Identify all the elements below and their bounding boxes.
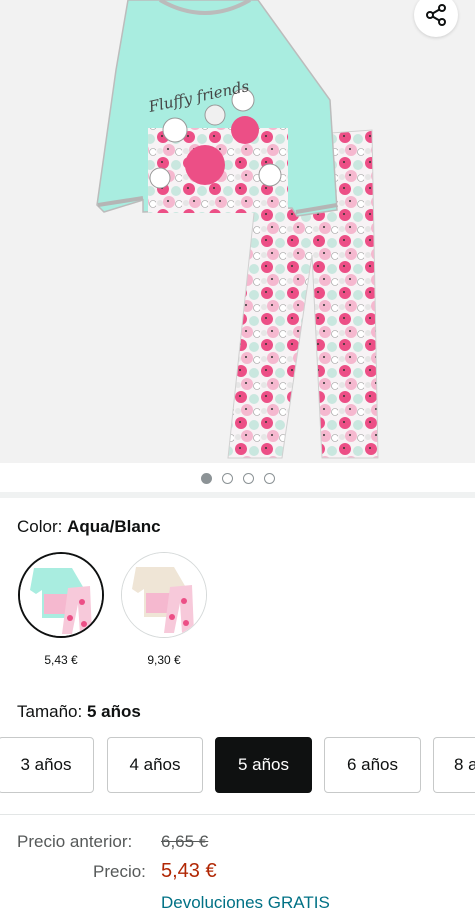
free-returns-link[interactable]: Devoluciones GRATIS	[161, 893, 330, 913]
color-label: Color:	[17, 517, 63, 536]
swatch-thumbnail	[20, 554, 102, 636]
color-swatch-price: 5,43 €	[44, 653, 78, 667]
swatch-thumbnail	[122, 553, 206, 637]
size-option-5[interactable]: 5 años	[215, 737, 312, 793]
size-heading: Tamaño: 5 años	[17, 702, 141, 722]
carousel-dot[interactable]	[200, 473, 212, 484]
size-option-4[interactable]: 4 años	[107, 737, 203, 793]
color-swatch-aqua[interactable]	[18, 552, 104, 638]
color-heading: Color: Aqua/Blanc	[17, 517, 161, 537]
carousel-indicator	[0, 473, 475, 484]
size-option-6[interactable]: 6 años	[324, 737, 421, 793]
carousel-dot[interactable]	[221, 473, 233, 484]
product-image[interactable]: Fluffy friends	[0, 0, 475, 463]
section-divider	[0, 814, 475, 815]
section-divider	[0, 492, 475, 498]
price-value: 5,43 €	[161, 860, 217, 882]
color-swatch-beige[interactable]	[121, 552, 207, 638]
size-option-3[interactable]: 3 años	[0, 737, 94, 793]
previous-price-label: Precio anterior:	[17, 832, 133, 851]
color-swatch-price: 9,30 €	[147, 653, 181, 667]
carousel-dot[interactable]	[263, 473, 275, 484]
color-selected-value: Aqua/Blanc	[67, 517, 161, 536]
size-option-8[interactable]: 8 años	[433, 737, 475, 793]
pajama-illustration: Fluffy friends	[96, 0, 379, 459]
share-icon	[426, 4, 446, 26]
previous-price-value: 6,65 €	[161, 832, 209, 851]
price-label: Precio:	[93, 862, 146, 881]
size-selected-value: 5 años	[86, 702, 141, 721]
carousel-dot[interactable]	[242, 473, 254, 484]
size-label: Tamaño:	[17, 702, 83, 721]
